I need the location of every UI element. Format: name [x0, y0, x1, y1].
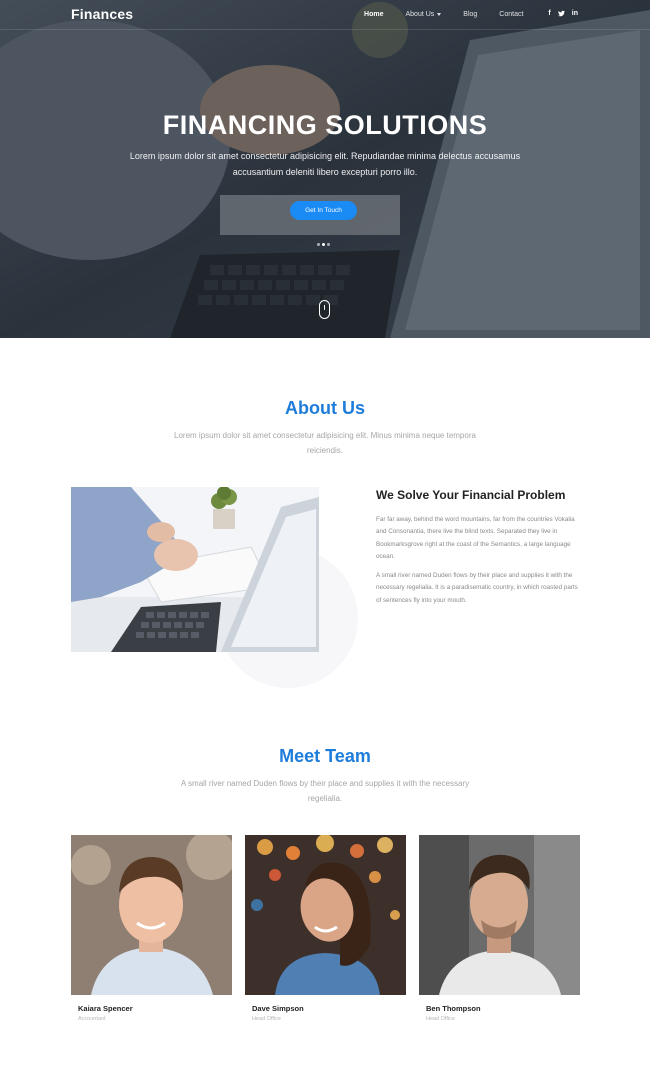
- brand-logo[interactable]: Finances: [71, 6, 133, 22]
- about-heading: We Solve Your Financial Problem: [376, 488, 566, 502]
- top-navbar: Finances Home About Us Blog Contact f in: [0, 0, 650, 30]
- about-paragraph-2: A small river named Duden flows by their…: [376, 572, 578, 604]
- office-laptop-image: [71, 487, 319, 652]
- hero-subtitle: Lorem ipsum dolor sit amet consectetur a…: [129, 151, 521, 177]
- carousel-dot-active[interactable]: [322, 243, 325, 246]
- about-image: [71, 487, 319, 652]
- team-member-photo: [245, 835, 406, 995]
- team-member-role: Head Office: [426, 1016, 455, 1022]
- team-member-photo: [419, 835, 580, 995]
- nav-about-link[interactable]: About Us: [405, 11, 442, 18]
- team-member-name: Kaiara Spencer: [78, 1004, 133, 1013]
- carousel-dot[interactable]: [327, 243, 330, 246]
- nav-links: Home About Us Blog Contact f in: [342, 10, 578, 19]
- team-member-name: Ben Thompson: [426, 1004, 481, 1013]
- hero-title: FINANCING SOLUTIONS: [162, 110, 488, 140]
- social-links: f in: [541, 10, 578, 19]
- team-description: A small river named Duden flows by their…: [180, 779, 470, 803]
- nav-home-link[interactable]: Home: [364, 11, 383, 18]
- nav-contact-link[interactable]: Contact: [499, 11, 523, 18]
- about-title: About Us: [285, 398, 365, 418]
- team-member-photo: [71, 835, 232, 995]
- about-paragraph-1: Far far away, behind the word mountains,…: [376, 516, 575, 561]
- nav-about-label: About Us: [405, 11, 435, 18]
- linkedin-icon[interactable]: in: [572, 10, 578, 19]
- team-member-role: Accountant: [78, 1016, 106, 1022]
- carousel-dots: [317, 243, 332, 246]
- scroll-mouse-icon[interactable]: [319, 300, 330, 319]
- about-description: Lorem ipsum dolor sit amet consectetur a…: [174, 431, 476, 455]
- hero-section: Finances Home About Us Blog Contact f in…: [0, 0, 650, 338]
- carousel-dot[interactable]: [317, 243, 320, 246]
- team-title: Meet Team: [279, 746, 371, 766]
- chevron-down-icon: [437, 12, 442, 16]
- facebook-icon[interactable]: f: [548, 10, 550, 19]
- team-member-name: Dave Simpson: [252, 1004, 304, 1013]
- nav-blog-link[interactable]: Blog: [463, 11, 477, 18]
- team-member-role: Head Office: [252, 1016, 281, 1022]
- get-in-touch-button[interactable]: Get In Touch: [290, 201, 357, 220]
- twitter-icon[interactable]: [557, 10, 565, 19]
